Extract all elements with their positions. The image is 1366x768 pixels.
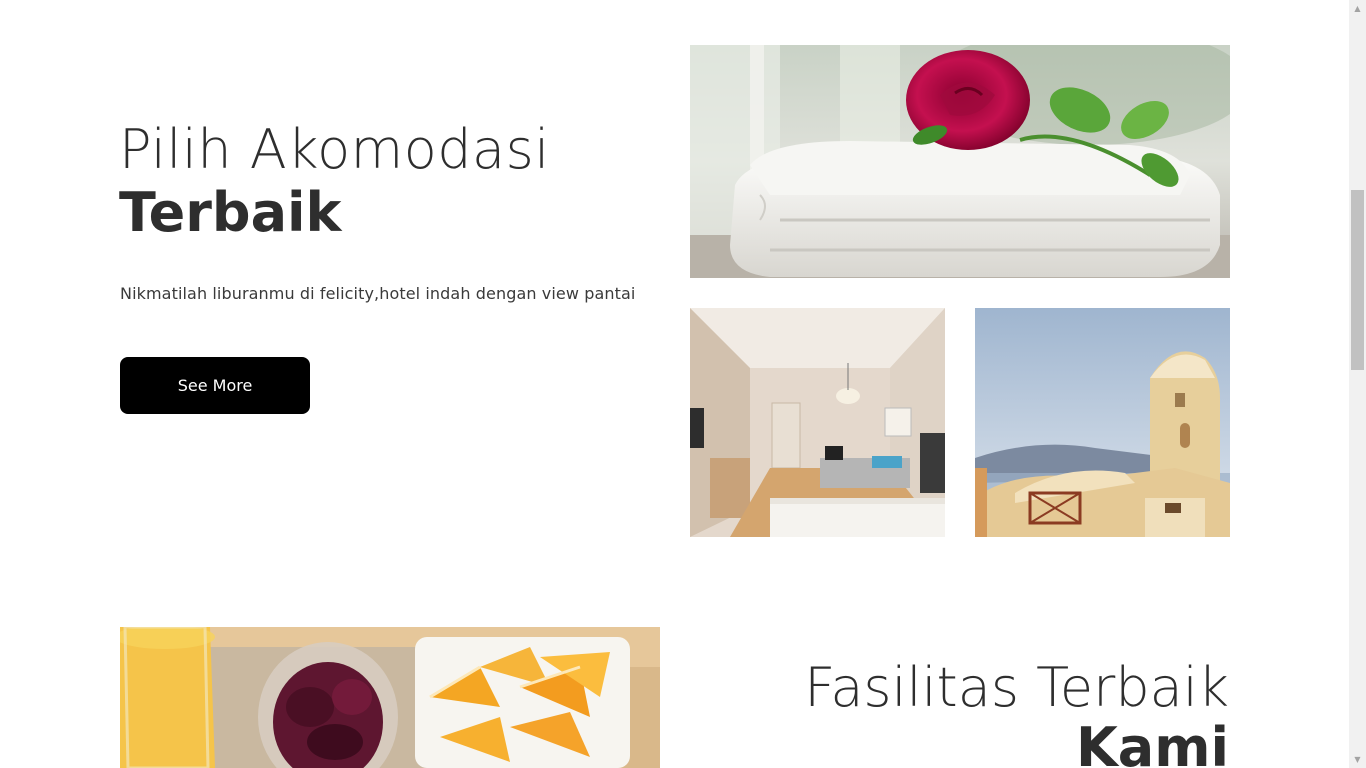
page: Pilih Akomodasi Terbaik Nikmatilah libur… — [0, 0, 1349, 768]
towel-rose-photo — [690, 45, 1230, 278]
accommodation-description: Nikmatilah liburanmu di felicity,hotel i… — [120, 284, 636, 303]
hotel-room-photo — [690, 308, 945, 537]
accommodation-title-light: Pilih Akomodasi — [119, 118, 550, 181]
scrollbar-thumb[interactable] — [1351, 190, 1364, 370]
see-more-button[interactable]: See More — [120, 357, 310, 414]
page-scrollbar[interactable]: ▲ ▼ — [1349, 0, 1366, 768]
santorini-view-photo — [975, 308, 1230, 537]
facilities-title-bold: Kami — [1075, 716, 1229, 768]
scroll-down-arrow-icon[interactable]: ▼ — [1349, 751, 1366, 768]
breakfast-photo — [120, 627, 660, 768]
facilities-title-light: Fasilitas Terbaik — [804, 656, 1229, 719]
accommodation-title-bold: Terbaik — [119, 181, 342, 244]
scroll-up-arrow-icon[interactable]: ▲ — [1349, 0, 1366, 17]
